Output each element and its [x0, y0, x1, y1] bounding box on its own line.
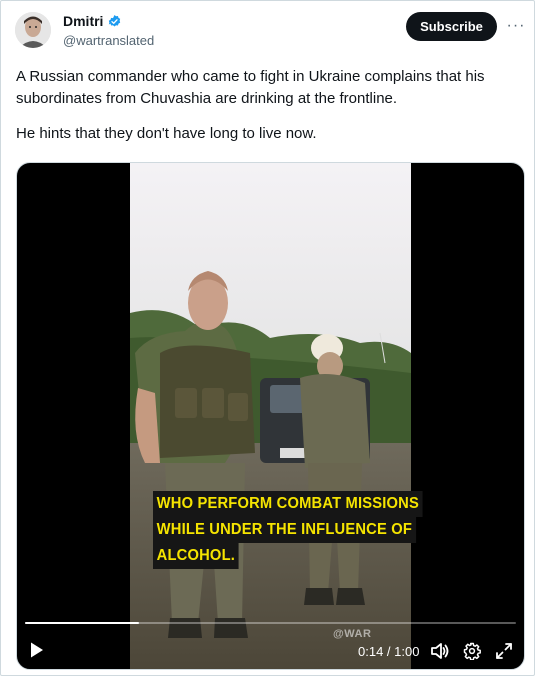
- avatar-image: [15, 12, 51, 48]
- avatar[interactable]: [15, 12, 51, 48]
- caption-line: WHILE UNDER THE INFLUENCE OF: [153, 517, 416, 543]
- author-handle[interactable]: @wartranslated: [63, 33, 154, 48]
- subscribe-button[interactable]: Subscribe: [406, 12, 497, 41]
- tweet-text: A Russian commander who came to fight in…: [16, 66, 521, 145]
- fullscreen-icon[interactable]: [495, 642, 513, 660]
- video-progress-bar[interactable]: [25, 622, 516, 624]
- video-still-image: [130, 163, 411, 669]
- more-options-icon[interactable]: ···: [507, 16, 525, 36]
- verified-badge-icon: [109, 14, 121, 26]
- video-caption: WHO PERFORM COMBAT MISSIONS WHILE UNDER …: [153, 491, 446, 569]
- tweet-card: Dmitri @wartranslated Subscribe ··· A Ru…: [0, 0, 535, 676]
- tweet-paragraph: A Russian commander who came to fight in…: [16, 68, 485, 107]
- video-frame[interactable]: [130, 163, 411, 669]
- video-time: 0:14 / 1:00: [358, 644, 420, 659]
- volume-icon[interactable]: [430, 642, 450, 660]
- play-icon[interactable]: [29, 641, 45, 659]
- gear-icon[interactable]: [463, 642, 481, 660]
- author-display-name[interactable]: Dmitri: [63, 13, 103, 29]
- video-watermark: @WAR: [333, 628, 372, 640]
- caption-line: WHO PERFORM COMBAT MISSIONS: [153, 491, 423, 517]
- tweet-paragraph: He hints that they don't have long to li…: [16, 125, 317, 142]
- author-name-row: Dmitri: [63, 13, 122, 29]
- video-player[interactable]: WHO PERFORM COMBAT MISSIONS WHILE UNDER …: [16, 162, 525, 670]
- video-progress-fill: [25, 622, 140, 624]
- caption-line: ALCOHOL.: [153, 543, 239, 569]
